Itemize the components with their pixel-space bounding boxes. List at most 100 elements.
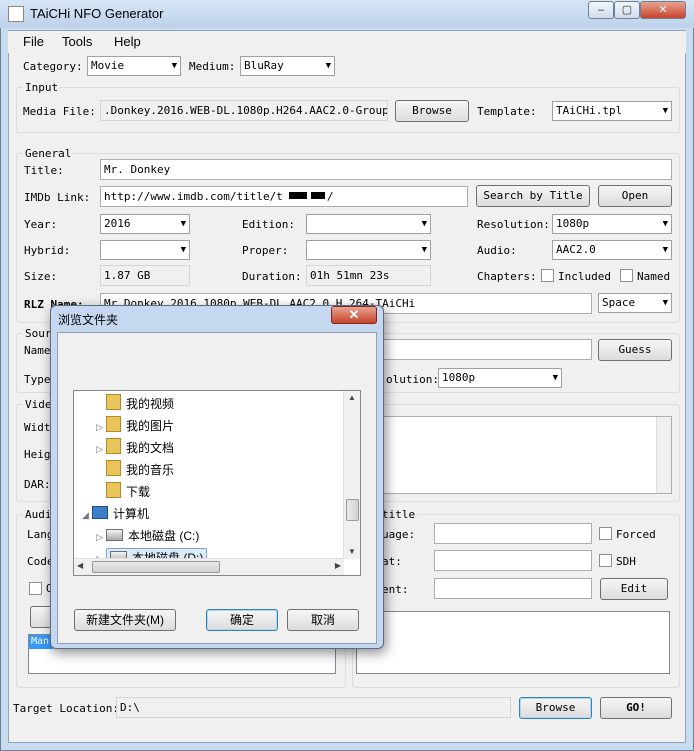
- year-label: Year:: [24, 218, 58, 231]
- drive-c-icon: [106, 529, 123, 541]
- tree-horizontal-scrollbar[interactable]: ◀ ▶: [74, 558, 344, 575]
- subtitle-format-label: at:: [382, 555, 402, 568]
- subtitle-format-field[interactable]: [434, 550, 592, 571]
- title-label: Title:: [24, 164, 64, 177]
- tree-node-documents[interactable]: ▷ 我的文档: [76, 437, 344, 459]
- tree-node-drive-c[interactable]: ▷ 本地磁盘 (C:): [76, 525, 344, 547]
- hybrid-label: Hybrid:: [24, 244, 71, 257]
- tree-node-label: 我的图片: [126, 419, 175, 433]
- title-field[interactable]: Mr. Donkey: [100, 159, 672, 180]
- folder-tree-list: 我的视频 ▷ 我的图片 ▷ 我的文档 我的音乐 下载 ◢ 计算机 ▷ 本地磁盘 (C:)…: [76, 393, 344, 569]
- dialog-ok-button[interactable]: 确定: [206, 609, 278, 631]
- folder-tree[interactable]: 我的视频 ▷ 我的图片 ▷ 我的文档 我的音乐 下载 ◢ 计算机 ▷ 本地磁盘 (C:)…: [73, 390, 361, 576]
- general-group-title: General: [23, 147, 74, 160]
- menu-help[interactable]: Help: [114, 34, 141, 49]
- duration-value: 01h 51mn 23s: [306, 265, 431, 286]
- minimize-button[interactable]: –: [588, 1, 614, 19]
- new-folder-button[interactable]: 新建文件夹(M): [74, 609, 176, 631]
- subtitle-comment-field[interactable]: [434, 578, 592, 599]
- close-button[interactable]: ✕: [640, 1, 686, 19]
- category-select[interactable]: Movie ▼: [87, 56, 181, 76]
- hybrid-select[interactable]: ▼: [100, 240, 190, 260]
- chevron-down-icon: ▼: [662, 106, 668, 116]
- go-button[interactable]: GO!: [600, 697, 672, 719]
- template-select[interactable]: TAiCHi.tpl ▼: [552, 101, 672, 121]
- redacted-mark: [310, 192, 325, 199]
- target-browse-button[interactable]: Browse: [519, 697, 592, 719]
- chapters-included-label: Included: [558, 270, 611, 283]
- subtitle-sdh-checkbox[interactable]: [599, 554, 612, 567]
- target-location-field[interactable]: D:\: [116, 697, 511, 718]
- audio-option-checkbox[interactable]: [29, 582, 42, 595]
- scroll-left-icon[interactable]: ◀: [77, 561, 83, 570]
- source-resolution-select[interactable]: 1080p ▼: [438, 368, 562, 388]
- redacted-mark: [288, 192, 307, 199]
- chapters-named-checkbox[interactable]: [620, 269, 633, 282]
- scroll-down-icon[interactable]: ▼: [344, 547, 360, 556]
- chevron-down-icon: ▼: [421, 219, 427, 229]
- media-browse-button[interactable]: Browse: [395, 100, 469, 122]
- dialog-close-button[interactable]: ✕: [331, 306, 377, 324]
- separator-select[interactable]: Space ▼: [598, 293, 672, 313]
- chapters-included-checkbox[interactable]: [541, 269, 554, 282]
- maximize-button[interactable]: ▢: [614, 1, 640, 19]
- imdb-field[interactable]: http://www.imdb.com/title/t /: [100, 186, 468, 207]
- tree-node-videos[interactable]: 我的视频: [76, 393, 344, 415]
- source-name-label: Name: [24, 344, 51, 357]
- subtitle-forced-checkbox[interactable]: [599, 527, 612, 540]
- subtitle-track-list[interactable]: [356, 611, 670, 674]
- app-icon: [8, 6, 24, 22]
- imdb-open-button[interactable]: Open: [598, 185, 672, 207]
- search-by-title-button[interactable]: Search by Title: [476, 185, 590, 207]
- size-label: Size:: [24, 270, 58, 283]
- tree-node-label: 本地磁盘 (C:): [128, 529, 200, 543]
- h-scroll-thumb[interactable]: [92, 561, 220, 573]
- folder-video-icon: [106, 394, 121, 410]
- source-name-field[interactable]: [380, 339, 592, 360]
- tree-node-pictures[interactable]: ▷ 我的图片: [76, 415, 344, 437]
- proper-select[interactable]: ▼: [306, 240, 431, 260]
- video-width-label: Widt: [24, 421, 51, 434]
- video-dar-label: DAR:: [24, 478, 51, 491]
- expander-icon[interactable]: ▷: [96, 438, 106, 460]
- folder-download-icon: [106, 482, 121, 498]
- resolution-select[interactable]: 1080p ▼: [552, 214, 672, 234]
- tree-node-label: 我的视频: [126, 397, 175, 411]
- video-notes-textarea[interactable]: [380, 416, 672, 494]
- tree-node-computer[interactable]: ◢ 计算机: [76, 503, 344, 525]
- source-resolution-label: olution:: [386, 373, 439, 386]
- chevron-down-icon: ▼: [662, 219, 668, 229]
- medium-select[interactable]: BluRay ▼: [240, 56, 335, 76]
- chevron-down-icon: ▼: [171, 61, 177, 71]
- menu-file[interactable]: File: [23, 34, 44, 49]
- media-file-label: Media File:: [23, 105, 96, 118]
- tree-vertical-scrollbar[interactable]: ▲ ▼: [343, 391, 360, 559]
- subtitle-language-field[interactable]: [434, 523, 592, 544]
- scroll-right-icon[interactable]: ▶: [335, 561, 341, 570]
- chevron-down-icon: ▼: [325, 61, 331, 71]
- folder-documents-icon: [106, 438, 121, 454]
- dialog-cancel-button[interactable]: 取消: [287, 609, 359, 631]
- guess-button[interactable]: Guess: [598, 339, 672, 361]
- audio-label: Audio:: [477, 244, 517, 257]
- video-group-title: Vide: [23, 398, 54, 411]
- edition-select[interactable]: ▼: [306, 214, 431, 234]
- audio-select[interactable]: AAC2.0 ▼: [552, 240, 672, 260]
- subtitle-comment-label: ent:: [382, 583, 409, 596]
- year-select[interactable]: 2016 ▼: [100, 214, 190, 234]
- expander-icon[interactable]: ▷: [96, 416, 106, 438]
- video-notes-scrollbar[interactable]: [656, 417, 671, 493]
- source-type-label: Type: [24, 373, 51, 386]
- medium-label: Medium:: [189, 60, 236, 73]
- template-label: Template:: [477, 105, 537, 118]
- menu-tools[interactable]: Tools: [62, 34, 92, 49]
- media-file-field[interactable]: .Donkey.2016.WEB-DL.1080p.H264.AAC2.0-Gr…: [100, 100, 388, 121]
- tree-node-downloads[interactable]: 下载: [76, 481, 344, 503]
- scroll-up-icon[interactable]: ▲: [344, 393, 360, 402]
- chapters-label: Chapters:: [477, 270, 537, 283]
- expander-icon[interactable]: ◢: [82, 504, 92, 526]
- subtitle-edit-button[interactable]: Edit: [600, 578, 668, 600]
- tree-node-music[interactable]: 我的音乐: [76, 459, 344, 481]
- expander-icon[interactable]: ▷: [96, 526, 106, 548]
- scroll-thumb[interactable]: [346, 499, 359, 521]
